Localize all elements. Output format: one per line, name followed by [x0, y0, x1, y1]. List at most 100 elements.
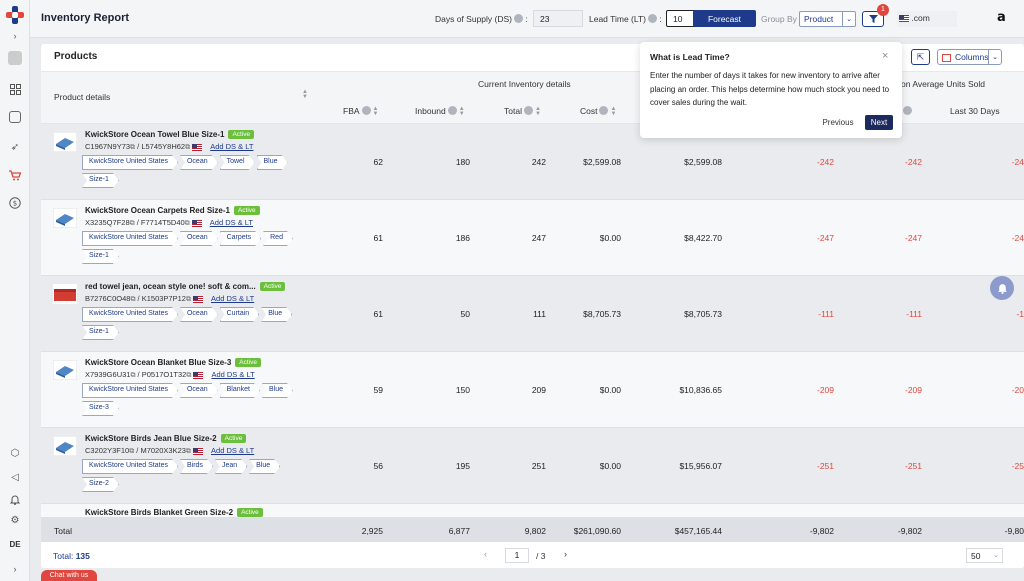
- breadcrumb-item[interactable]: KwickStore United States: [82, 383, 178, 398]
- add-ds-lt-link[interactable]: Add DS & LT: [210, 142, 253, 151]
- group-by-select[interactable]: Product ⌄: [799, 11, 856, 27]
- breadcrumb-item[interactable]: Blue: [261, 307, 292, 322]
- next-button[interactable]: Next: [865, 115, 893, 130]
- info-icon[interactable]: [599, 106, 609, 116]
- breadcrumb-item[interactable]: Size-1: [82, 173, 119, 188]
- info-icon[interactable]: [514, 14, 523, 24]
- add-ds-lt-link[interactable]: Add DS & LT: [210, 218, 253, 227]
- info-icon[interactable]: [648, 14, 658, 24]
- days-of-supply-input[interactable]: 23: [533, 10, 583, 27]
- add-ds-lt-link[interactable]: Add DS & LT: [211, 370, 254, 379]
- breadcrumb-item[interactable]: KwickStore United States: [82, 307, 178, 322]
- info-icon[interactable]: [901, 106, 912, 116]
- cube-icon[interactable]: ⬡: [7, 445, 23, 461]
- chat-button[interactable]: Chat with us: [41, 570, 97, 581]
- marketplace-select[interactable]: .com: [897, 11, 957, 27]
- collapse-chevron-icon[interactable]: ›: [7, 561, 23, 577]
- cart-icon[interactable]: [7, 167, 23, 183]
- breadcrumb-item[interactable]: Size-1: [82, 249, 119, 264]
- table-row[interactable]: red towel jean, ocean style one! soft & …: [41, 276, 1024, 352]
- breadcrumb-item[interactable]: Blanket: [220, 383, 260, 398]
- page-number-input[interactable]: 1: [505, 548, 529, 563]
- breadcrumb-item[interactable]: Size-3: [82, 401, 119, 416]
- inbound-header[interactable]: Inbound ▲ ▼: [415, 106, 465, 117]
- previous-button[interactable]: Previous: [819, 116, 857, 130]
- breadcrumb-item[interactable]: Size-2: [82, 477, 119, 492]
- copy-icon[interactable]: ⧉: [185, 220, 190, 227]
- breadcrumb-item[interactable]: Ocean: [180, 383, 218, 398]
- breadcrumb-item[interactable]: Blue: [249, 459, 280, 474]
- close-icon[interactable]: ×: [882, 50, 888, 62]
- fba-header[interactable]: FBA ▲ ▼: [343, 106, 378, 117]
- copy-icon[interactable]: ⧉: [130, 296, 135, 303]
- info-icon[interactable]: [447, 106, 457, 116]
- breadcrumb-item[interactable]: Birds: [180, 459, 213, 474]
- copy-icon[interactable]: ⧉: [186, 372, 191, 379]
- copy-icon[interactable]: ⧉: [129, 448, 134, 455]
- gear-icon[interactable]: ⚙: [7, 512, 23, 528]
- forecast-button[interactable]: Forecast: [693, 10, 756, 27]
- language-switch[interactable]: DE: [4, 537, 26, 553]
- table-row[interactable]: KwickStore Birds Jean Blue Size-2 Active …: [41, 428, 1024, 504]
- sort-icon[interactable]: ▲ ▼: [459, 106, 465, 117]
- breadcrumb-item[interactable]: Ocean: [180, 231, 218, 246]
- bell-icon[interactable]: [7, 491, 23, 507]
- product-name[interactable]: KwickStore Ocean Blanket Blue Size-3 Acti…: [85, 358, 261, 368]
- info-icon[interactable]: [361, 106, 371, 116]
- sort-icon[interactable]: ▲ ▼: [373, 106, 379, 117]
- prev-page-icon[interactable]: ‹: [484, 549, 487, 559]
- breadcrumb-item[interactable]: Carpets: [220, 231, 262, 246]
- breadcrumb-item[interactable]: KwickStore United States: [82, 459, 178, 474]
- add-ds-lt-link[interactable]: Add DS & LT: [211, 294, 254, 303]
- rocket-icon[interactable]: ➶: [7, 139, 23, 155]
- copy-icon[interactable]: ⧉: [130, 220, 135, 227]
- product-name[interactable]: KwickStore Ocean Carpets Red Size-1 Activ…: [85, 206, 260, 216]
- info-icon[interactable]: [523, 106, 533, 116]
- sort-icon[interactable]: ▲ ▼: [610, 106, 616, 117]
- product-name[interactable]: red towel jean, ocean style one! soft & …: [85, 282, 286, 292]
- breadcrumb-item[interactable]: Curtain: [220, 307, 260, 322]
- product-name[interactable]: KwickStore Ocean Towel Blue Size-1 Active: [85, 130, 255, 140]
- sort-icon[interactable]: ▲ ▼: [302, 89, 308, 100]
- breadcrumb-item[interactable]: KwickStore United States: [82, 231, 178, 246]
- average-units-total: -9,802: [897, 526, 922, 536]
- breadcrumb-item[interactable]: Towel: [220, 155, 255, 170]
- add-ds-lt-link[interactable]: Add DS & LT: [211, 446, 254, 455]
- copy-icon[interactable]: ⧉: [186, 448, 191, 455]
- cost-header[interactable]: Cost ▲ ▼: [580, 106, 616, 117]
- copy-icon[interactable]: ⧉: [130, 144, 135, 151]
- breadcrumb-item[interactable]: Jean: [215, 459, 247, 474]
- breadcrumb-item[interactable]: Ocean: [180, 155, 218, 170]
- table-row[interactable]: KwickStore Ocean Blanket Blue Size-3 Acti…: [41, 352, 1024, 428]
- amazon-icon[interactable]: a: [997, 10, 1006, 25]
- breadcrumb-item[interactable]: Blue: [262, 383, 293, 398]
- table-row[interactable]: KwickStore Birds Blanket Green Size-2 Act…: [41, 504, 1024, 518]
- product-name[interactable]: KwickStore Birds Jean Blue Size-2 Active: [85, 434, 247, 444]
- megaphone-icon[interactable]: ◁: [7, 469, 23, 485]
- copy-icon[interactable]: ⧉: [186, 296, 191, 303]
- copy-icon[interactable]: ⧉: [185, 144, 190, 151]
- status-badge: Active: [259, 282, 286, 292]
- columns-button[interactable]: Columns ⌄: [937, 49, 1002, 65]
- page-size-select[interactable]: 50 ⌄: [966, 548, 1003, 563]
- dollar-icon[interactable]: $: [7, 195, 23, 211]
- sort-icon[interactable]: ▲ ▼: [535, 106, 541, 117]
- breadcrumb-item[interactable]: Ocean: [180, 307, 218, 322]
- user-icon[interactable]: [8, 51, 22, 65]
- product-name[interactable]: KwickStore Birds Blanket Green Size-2 Act…: [85, 508, 263, 517]
- export-button[interactable]: ⇱: [911, 49, 930, 65]
- expand-chevron-icon[interactable]: ›: [7, 28, 23, 44]
- breadcrumb-item[interactable]: KwickStore United States: [82, 155, 178, 170]
- copy-icon[interactable]: ⧉: [130, 372, 135, 379]
- dashboard-icon[interactable]: [7, 81, 23, 97]
- app-logo[interactable]: [6, 6, 24, 24]
- last-30-days-header[interactable]: Last 30 Days: [950, 106, 1000, 116]
- breadcrumb-item[interactable]: Size-1: [82, 325, 119, 340]
- next-page-icon[interactable]: ›: [564, 549, 567, 559]
- notification-bell-button[interactable]: [990, 276, 1014, 300]
- total-header[interactable]: Total ▲ ▼: [504, 106, 541, 117]
- reports-icon[interactable]: [9, 111, 21, 123]
- table-row[interactable]: KwickStore Ocean Carpets Red Size-1 Activ…: [41, 200, 1024, 276]
- breadcrumb-item[interactable]: Blue: [257, 155, 288, 170]
- breadcrumb-item[interactable]: Red: [263, 231, 293, 246]
